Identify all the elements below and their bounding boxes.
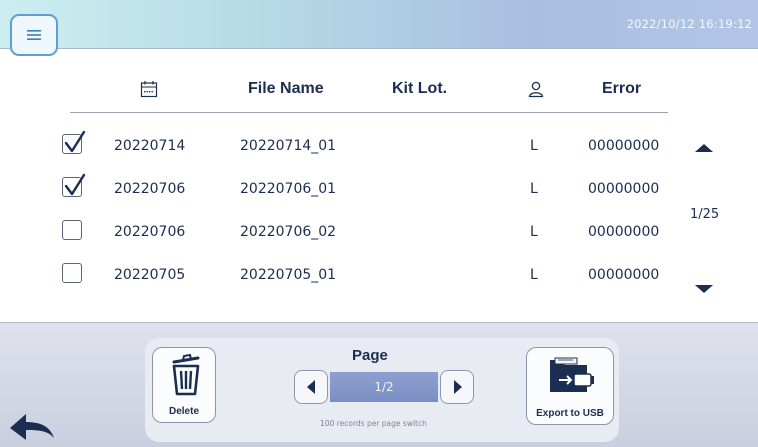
hamburger-icon [27, 30, 41, 40]
page-indicator: 1/25 [690, 207, 720, 222]
datetime-display: 2022/10/12 16:19:12 [626, 17, 752, 31]
row-user: L [530, 138, 538, 154]
page-value: 1/2 [330, 372, 438, 402]
menu-button[interactable] [10, 14, 58, 56]
row-error: 00000000 [588, 138, 660, 154]
triangle-down-icon [695, 285, 713, 293]
row-date: 20220705 [114, 267, 186, 283]
next-page-button[interactable] [440, 370, 474, 404]
page-title: Page [352, 347, 388, 364]
export-to-usb-button[interactable]: Export to USB [526, 347, 614, 425]
row-checkbox[interactable] [62, 130, 86, 154]
table-header: File Name Kit Lot. Error [70, 72, 668, 113]
row-checkbox[interactable] [62, 173, 86, 197]
row-checkbox[interactable] [62, 263, 82, 283]
row-file-name: 20220706_02 [240, 224, 337, 240]
checkmark-icon [64, 130, 86, 153]
page-switch-hint: 100 records per page switch [320, 419, 427, 428]
row-file-name: 20220706_01 [240, 181, 337, 197]
calendar-icon [140, 80, 158, 102]
row-error: 00000000 [588, 181, 660, 197]
row-date: 20220714 [114, 138, 186, 154]
column-kit-lot: Kit Lot. [392, 80, 448, 97]
back-arrow-icon [10, 414, 54, 440]
scroll-up-button[interactable] [694, 139, 714, 158]
table-row[interactable]: 20220705 20220705_01 L 00000000 [62, 257, 668, 297]
row-error: 00000000 [588, 267, 660, 283]
delete-label: Delete [168, 406, 199, 417]
user-icon [527, 80, 545, 102]
triangle-up-icon [695, 144, 713, 152]
column-file-name: File Name [248, 80, 324, 97]
row-user: L [530, 267, 538, 283]
table-row[interactable]: 20220714 20220714_01 L 00000000 [62, 128, 668, 168]
column-error: Error [602, 80, 642, 97]
row-file-name: 20220714_01 [240, 138, 337, 154]
export-label: Export to USB [536, 408, 604, 419]
triangle-left-icon [307, 380, 315, 394]
row-file-name: 20220705_01 [240, 267, 337, 283]
top-bar: 2022/10/12 16:19:12 [0, 0, 758, 49]
trash-icon [172, 354, 200, 396]
row-user: L [530, 181, 538, 197]
checkmark-icon [64, 173, 86, 196]
table-row[interactable]: 20220706 20220706_01 L 00000000 [62, 171, 668, 211]
row-error: 00000000 [588, 224, 660, 240]
back-button[interactable] [6, 410, 58, 446]
previous-page-button[interactable] [294, 370, 328, 404]
page-switch: 1/2 [294, 370, 474, 404]
records-table: File Name Kit Lot. Error 20220714 202207… [62, 72, 668, 283]
row-checkbox[interactable] [62, 220, 82, 240]
row-date: 20220706 [114, 181, 186, 197]
table-row[interactable]: 20220706 20220706_02 L 00000000 [62, 214, 668, 254]
delete-button[interactable]: Delete [152, 347, 216, 423]
row-date: 20220706 [114, 224, 186, 240]
triangle-right-icon [454, 380, 462, 394]
usb-export-icon [550, 357, 594, 392]
scroll-down-button[interactable] [694, 280, 714, 299]
row-user: L [530, 224, 538, 240]
